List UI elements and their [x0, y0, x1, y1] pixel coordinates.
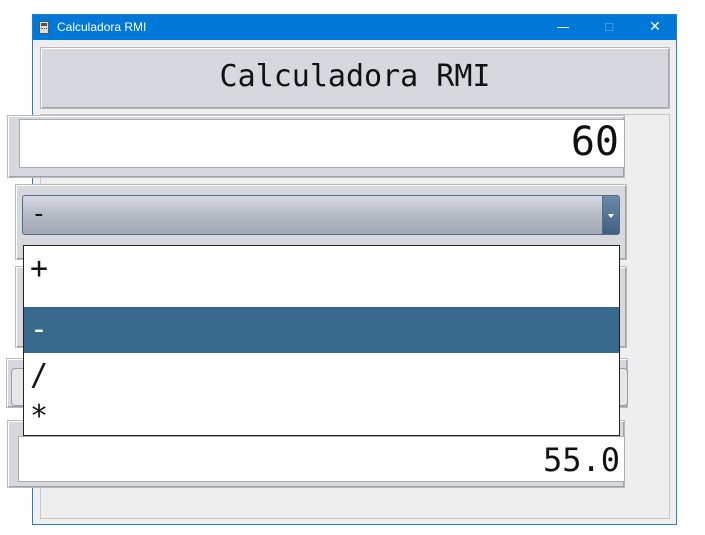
operator-select[interactable]: - — [22, 195, 620, 235]
title-bar[interactable]: Calculadora RMI — ☐ ✕ — [33, 15, 676, 40]
app-heading: Calculadora RMI — [219, 59, 491, 94]
operand-input[interactable]: 60 — [19, 119, 625, 168]
calculator-icon — [39, 21, 49, 34]
operator-option-divide[interactable]: / — [24, 353, 619, 399]
operator-selected-value: - — [31, 199, 47, 229]
maximize-button[interactable]: ☐ — [586, 15, 632, 40]
close-button[interactable]: ✕ — [632, 15, 678, 40]
operator-dropdown-list: + - / * — [23, 245, 620, 436]
operator-option-multiply[interactable]: * — [24, 394, 619, 440]
header-panel: Calculadora RMI — [40, 47, 670, 109]
operator-option-minus[interactable]: - — [24, 307, 619, 353]
window-title: Calculadora RMI — [57, 20, 147, 34]
result-display: 55.0 — [18, 436, 625, 482]
minimize-button[interactable]: — — [540, 15, 586, 40]
operator-option-plus[interactable]: + — [24, 246, 619, 292]
chevron-down-icon[interactable] — [602, 196, 619, 234]
